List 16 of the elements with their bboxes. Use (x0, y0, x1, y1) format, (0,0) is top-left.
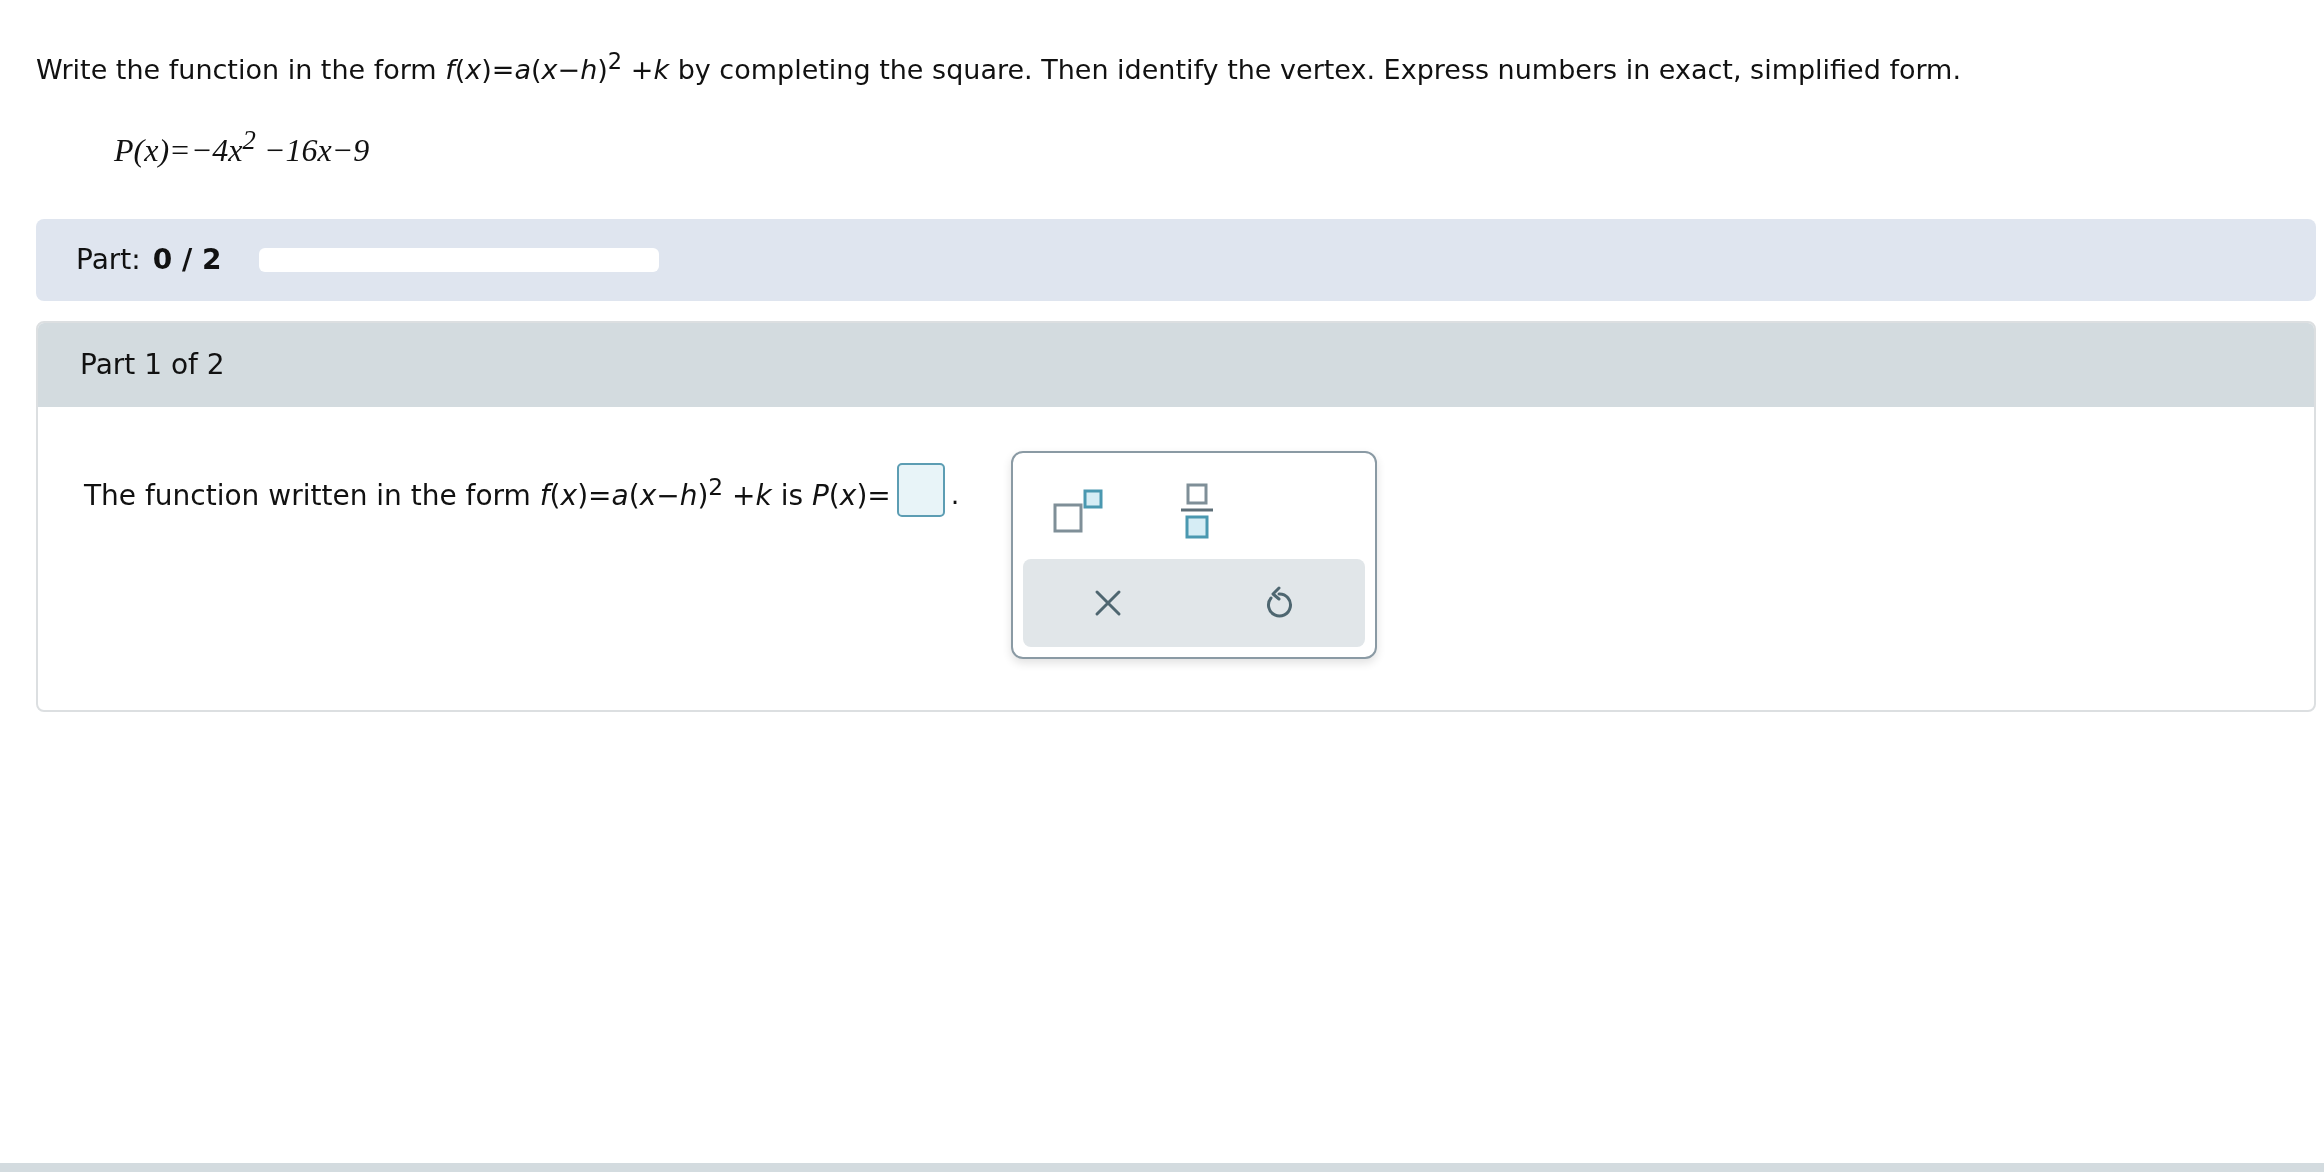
undo-button[interactable] (1264, 585, 1295, 620)
superscript-button[interactable] (1053, 488, 1106, 533)
clear-button[interactable] (1094, 588, 1123, 617)
fraction-button[interactable] (1179, 482, 1216, 539)
period-text: . (950, 478, 960, 510)
answer-field[interactable] (896, 462, 945, 517)
fraction-icon (1179, 482, 1216, 539)
close-icon (1094, 588, 1123, 617)
superscript-icon (1053, 488, 1106, 533)
part-title: Part 1 of 2 (80, 348, 225, 382)
progress-label: Part: (76, 243, 141, 277)
progress-value: 0 / 2 (152, 243, 222, 277)
given-function: P(x)=−4x$^{2}$ −16x−9 (114, 125, 371, 169)
undo-icon (1264, 585, 1295, 620)
question-text: The function written in the form f(x)=a(x−h)$^{2}$ +k is P(x)= (84, 472, 891, 512)
instruction-text: Write the function in the form f(x)=a(x−h)$^{2}$ +k by completing the square. Then identify the vertex. Express numbers in exact, simplified form. (36, 48, 1962, 85)
